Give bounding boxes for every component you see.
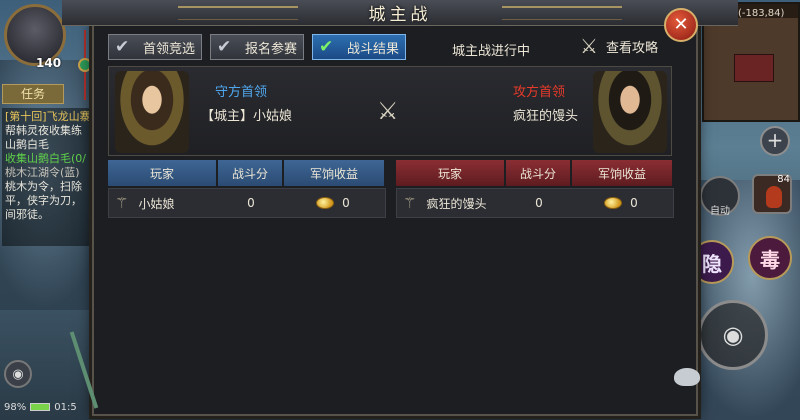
quest-line: 间邪徒。 [5, 208, 49, 221]
quest-line: 山鹅白毛 [5, 138, 49, 151]
reward-cell: 0 [283, 189, 383, 217]
column-header-reward: 军饷收益 [284, 160, 384, 186]
weapon-class-icon: ⚚ [115, 194, 129, 212]
column-header-score: 战斗分 [218, 160, 282, 186]
player-cell: ⚚ 疯狂的馒头 [397, 189, 507, 217]
table-row: ⚚ 小姑娘 0 0 [108, 188, 386, 218]
score-cell: 0 [535, 196, 543, 210]
quest-line: [第十回]飞龙山寨 [5, 110, 91, 123]
jade-pendant-icon [78, 30, 92, 100]
bamboo-decoration-icon [69, 330, 99, 410]
view-guide-label: 查看攻略 [605, 40, 658, 56]
table-header: 玩家 战斗分 军饷收益 [396, 160, 674, 186]
potion-count: 84 [777, 174, 790, 185]
tab-battle-results[interactable]: ✔ 战斗结果 [312, 34, 406, 60]
auto-battle-button[interactable]: 自动 [700, 176, 740, 217]
checkmark-icon: ✔ [115, 37, 130, 57]
attacker-portrait [593, 71, 667, 153]
tab-label: 首领竞选 [143, 41, 196, 57]
column-header-player: 玩家 [108, 160, 216, 186]
auto-battle-label: 自动 [710, 206, 730, 217]
expand-plus-button[interactable]: + [760, 126, 790, 156]
skill-poison-button[interactable]: 毒 [748, 236, 792, 280]
attacker-results-table: 玩家 战斗分 军饷收益 ⚚ 疯狂的馒头 0 0 [396, 160, 674, 218]
quest-line: 桃木江湖令(蓝) [5, 166, 80, 179]
bird-decoration-icon [674, 368, 700, 386]
tab-label: 战斗结果 [347, 41, 400, 57]
dialog-tabs: ✔ 首领竞选 ✔ 报名参赛 ✔ 战斗结果 [108, 34, 406, 60]
player-name: 小姑娘 [138, 196, 175, 211]
war-status-text: 城主战进行中 [452, 44, 531, 59]
attacker-leader-label: 攻方首领 [513, 85, 566, 100]
quest-line: 桃木为令，扫除 [5, 180, 82, 193]
camera-icon[interactable]: ◉ [4, 360, 32, 388]
defender-leader-label: 守方首领 [215, 85, 268, 100]
column-header-score: 战斗分 [506, 160, 570, 186]
attacker-leader-name: 疯狂的馒头 [513, 109, 579, 124]
tab-leader-election[interactable]: ✔ 首领竞选 [108, 34, 202, 60]
quest-line: 收集山鹅白毛(0/ [5, 152, 86, 165]
defender-results-table: 玩家 战斗分 军饷收益 ⚚ 小姑娘 0 0 [108, 160, 386, 218]
column-header-player: 玩家 [396, 160, 504, 186]
table-row: ⚚ 疯狂的馒头 0 0 [396, 188, 674, 218]
screenshot-camera-button[interactable]: ◉ [698, 300, 768, 370]
gold-ingot-icon [316, 197, 335, 209]
quest-tab[interactable]: 任务 [2, 84, 64, 104]
potion-slot[interactable]: 84 [752, 174, 792, 214]
column-header-reward: 军饷收益 [572, 160, 672, 186]
dialog-title: 城主战 [368, 5, 432, 25]
close-button[interactable]: ✕ [664, 8, 698, 42]
reward-cell: 0 [571, 189, 671, 217]
crossed-swords-icon: ⚔ [580, 34, 598, 58]
view-guide-button[interactable]: ⚔ 查看攻略 [580, 34, 658, 58]
title-ornament-left [178, 6, 298, 20]
quest-line: 帮韩灵夜收集练 [5, 124, 82, 137]
potion-icon [766, 186, 782, 208]
crossed-swords-icon: ⚔ [377, 97, 399, 125]
tab-registration[interactable]: ✔ 报名参赛 [210, 34, 304, 60]
table-header: 玩家 战斗分 军饷收益 [108, 160, 386, 186]
reward-value: 0 [630, 196, 638, 210]
quest-line: 平，侠字为刀， [5, 194, 82, 207]
leaders-panel: 守方首领 【城主】小姑娘 ⚔ 攻方首领 疯狂的馒头 [108, 66, 672, 156]
checkmark-icon: ✔ [319, 37, 334, 57]
player-name: 疯狂的馒头 [426, 196, 487, 211]
battery-percent: 98% [4, 401, 27, 413]
gold-ingot-icon [604, 197, 623, 209]
title-ornament-right [502, 6, 622, 20]
defender-portrait [115, 71, 189, 153]
player-level: 140 [36, 56, 62, 70]
checkmark-icon: ✔ [217, 37, 232, 57]
reward-value: 0 [342, 196, 350, 210]
quest-tracker[interactable]: [第十回]飞龙山寨 帮韩灵夜收集练 山鹅白毛 收集山鹅白毛(0/桃木江湖令(蓝) 桃木为… [2, 108, 97, 246]
minimap-area [734, 54, 774, 82]
player-cell: ⚚ 小姑娘 [109, 189, 219, 217]
tab-label: 报名参赛 [245, 41, 298, 57]
weapon-class-icon: ⚚ [403, 194, 417, 212]
score-cell: 0 [247, 196, 255, 210]
defender-leader-name: 【城主】小姑娘 [201, 109, 293, 124]
battery-icon [30, 403, 51, 411]
